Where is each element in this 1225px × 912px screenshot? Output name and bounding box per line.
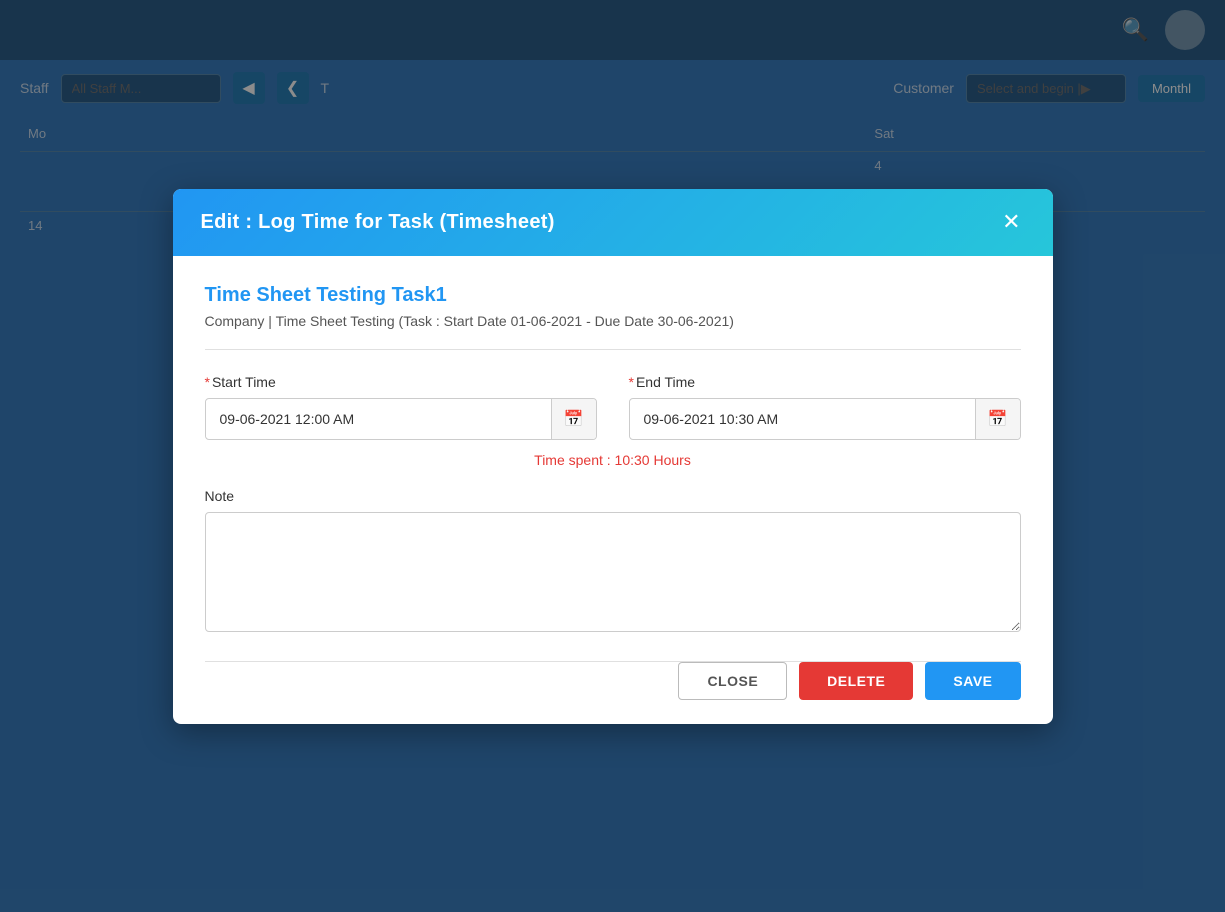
start-time-group: *Start Time 📅 [205, 374, 597, 440]
modal-footer: CLOSE DELETE SAVE [173, 662, 1053, 724]
close-button[interactable]: CLOSE [678, 662, 787, 700]
end-time-calendar-button[interactable]: 📅 [975, 399, 1020, 439]
delete-button[interactable]: DELETE [799, 662, 913, 700]
note-label: Note [205, 488, 1021, 504]
start-time-calendar-button[interactable]: 📅 [551, 399, 596, 439]
calendar-icon-end: 📅 [988, 411, 1008, 428]
modal-body: Time Sheet Testing Task1 Company | Time … [173, 256, 1053, 661]
end-time-input[interactable] [630, 401, 975, 437]
save-button[interactable]: SAVE [925, 662, 1020, 700]
note-textarea[interactable] [205, 512, 1021, 632]
calendar-icon-start: 📅 [564, 411, 584, 428]
modal-title: Edit : Log Time for Task (Timesheet) [201, 211, 555, 234]
modal-close-x-button[interactable]: ✕ [998, 211, 1024, 233]
modal-dialog: Edit : Log Time for Task (Timesheet) ✕ T… [173, 189, 1053, 724]
task-title: Time Sheet Testing Task1 [205, 284, 1021, 307]
end-required-star: * [629, 374, 634, 390]
end-time-input-wrapper: 📅 [629, 398, 1021, 440]
start-time-label: *Start Time [205, 374, 597, 390]
end-time-group: *End Time 📅 [629, 374, 1021, 440]
time-fields-row: *Start Time 📅 *End Time [205, 374, 1021, 440]
modal-overlay: Edit : Log Time for Task (Timesheet) ✕ T… [0, 0, 1225, 912]
start-time-input[interactable] [206, 401, 551, 437]
modal-header: Edit : Log Time for Task (Timesheet) ✕ [173, 189, 1053, 256]
header-divider [205, 349, 1021, 350]
start-required-star: * [205, 374, 210, 390]
task-subtitle: Company | Time Sheet Testing (Task : Sta… [205, 313, 1021, 329]
time-spent-label: Time spent : 10:30 Hours [205, 452, 1021, 468]
start-time-input-wrapper: 📅 [205, 398, 597, 440]
end-time-label: *End Time [629, 374, 1021, 390]
